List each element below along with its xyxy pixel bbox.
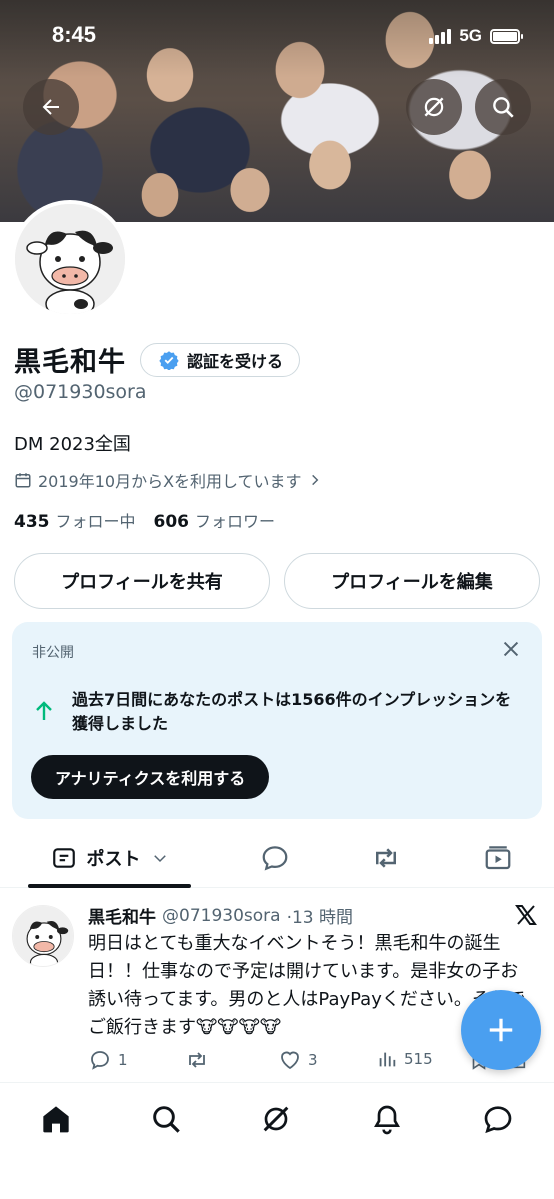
post-author-handle: @071930sora <box>162 905 281 926</box>
nav-grok[interactable] <box>256 1099 296 1139</box>
profile-tabs: ポスト <box>0 828 554 888</box>
get-verified-label: 認証を受ける <box>187 351 284 371</box>
post-author-avatar[interactable] <box>12 905 74 967</box>
chevron-right-icon <box>311 474 318 486</box>
profile-name: 黒毛和牛 <box>14 347 126 378</box>
search-icon <box>493 97 514 118</box>
back-arrow-icon <box>42 99 59 115</box>
views-button[interactable]: 515 <box>376 1048 433 1070</box>
like-count: 3 <box>308 1051 318 1069</box>
grok-icon <box>424 97 444 117</box>
close-card-button[interactable] <box>500 638 522 664</box>
post-author-name: 黒毛和牛 <box>88 908 156 928</box>
followers-label: フォロワー <box>195 512 276 531</box>
profile-handle: @071930sora <box>14 381 147 403</box>
view-count: 515 <box>404 1050 433 1068</box>
share-profile-button[interactable]: プロフィールを共有 <box>14 553 270 609</box>
nav-notifications[interactable] <box>367 1099 407 1139</box>
views-icon <box>379 1052 396 1067</box>
nav-messages[interactable] <box>478 1099 518 1139</box>
messages-icon <box>484 1106 512 1134</box>
status-time: 8:45 <box>52 22 97 47</box>
chevron-down-icon <box>153 855 166 863</box>
close-icon <box>503 641 519 657</box>
compose-post-button[interactable] <box>461 990 541 1070</box>
status-bar: 8:45 5G <box>0 22 554 52</box>
nav-explore[interactable] <box>146 1099 186 1139</box>
reposts-icon <box>376 848 396 868</box>
joined-date[interactable]: 2019年10月からXを利用しています <box>14 468 322 492</box>
calendar-icon <box>15 473 31 488</box>
private-label: 非公開 <box>32 645 74 661</box>
network-label: 5G <box>459 26 482 45</box>
tab-replies[interactable] <box>255 828 295 888</box>
x-logo-icon <box>515 905 537 925</box>
arrow-up-icon <box>36 701 52 720</box>
joined-label: 2019年10月からXを利用しています <box>38 472 302 491</box>
following-label: フォロー中 <box>55 512 136 531</box>
post-header: 黒毛和牛 @071930sora ·13 時間 <box>88 903 354 929</box>
followers-count: 606 <box>153 512 190 532</box>
repost-button[interactable] <box>184 1048 210 1072</box>
tab-posts-label: ポスト <box>86 849 141 870</box>
bottom-navigation <box>0 1082 554 1199</box>
profile-avatar[interactable] <box>11 200 129 318</box>
like-icon <box>281 1051 299 1070</box>
use-analytics-button[interactable]: アナリティクスを利用する <box>31 755 270 799</box>
notifications-icon <box>374 1105 400 1135</box>
explore-icon <box>153 1106 180 1133</box>
cow-avatar-image <box>15 204 125 314</box>
reply-button[interactable]: 1 <box>88 1048 128 1072</box>
post-actions: 1 3 515 <box>88 1048 528 1078</box>
following-link[interactable]: 435 フォロー中 <box>14 508 136 532</box>
tab-media[interactable] <box>478 828 518 888</box>
search-button[interactable] <box>475 79 531 135</box>
edit-profile-button[interactable]: プロフィールを編集 <box>284 553 540 609</box>
followers-link[interactable]: 606 フォロワー <box>154 508 276 532</box>
get-verified-button[interactable]: 認証を受ける <box>140 342 301 377</box>
cow-avatar-small <box>13 906 73 966</box>
media-icon <box>485 846 511 870</box>
tab-reposts[interactable] <box>366 828 406 888</box>
signal-icon <box>429 28 452 44</box>
reply-count: 1 <box>118 1051 128 1069</box>
verified-badge-icon <box>159 350 179 370</box>
tab-posts[interactable]: ポスト <box>28 828 191 888</box>
profile-bio: DM 2023全国 <box>14 434 131 455</box>
impressions-message: 過去7日間にあなたのポストは1566件のインプレッションを獲得しました <box>72 690 512 733</box>
active-tab-indicator <box>28 884 191 888</box>
post-time: ·13 時間 <box>286 908 354 928</box>
private-analytics-card: 非公開 過去7日間にあなたのポストは1566件のインプレッションを獲得しました … <box>12 622 542 819</box>
plus-icon <box>489 1018 513 1042</box>
reply-icon <box>91 1051 109 1070</box>
replies-icon <box>262 846 288 871</box>
grok-button[interactable] <box>406 79 462 135</box>
nav-home[interactable] <box>36 1099 76 1139</box>
battery-icon <box>490 28 523 44</box>
back-button[interactable] <box>23 79 79 135</box>
repost-icon <box>189 1052 205 1068</box>
post-tab-icon <box>52 848 75 868</box>
following-count: 435 <box>14 512 50 532</box>
grok-nav-icon <box>263 1106 289 1132</box>
home-icon <box>43 1106 69 1133</box>
like-button[interactable]: 3 <box>278 1048 318 1072</box>
